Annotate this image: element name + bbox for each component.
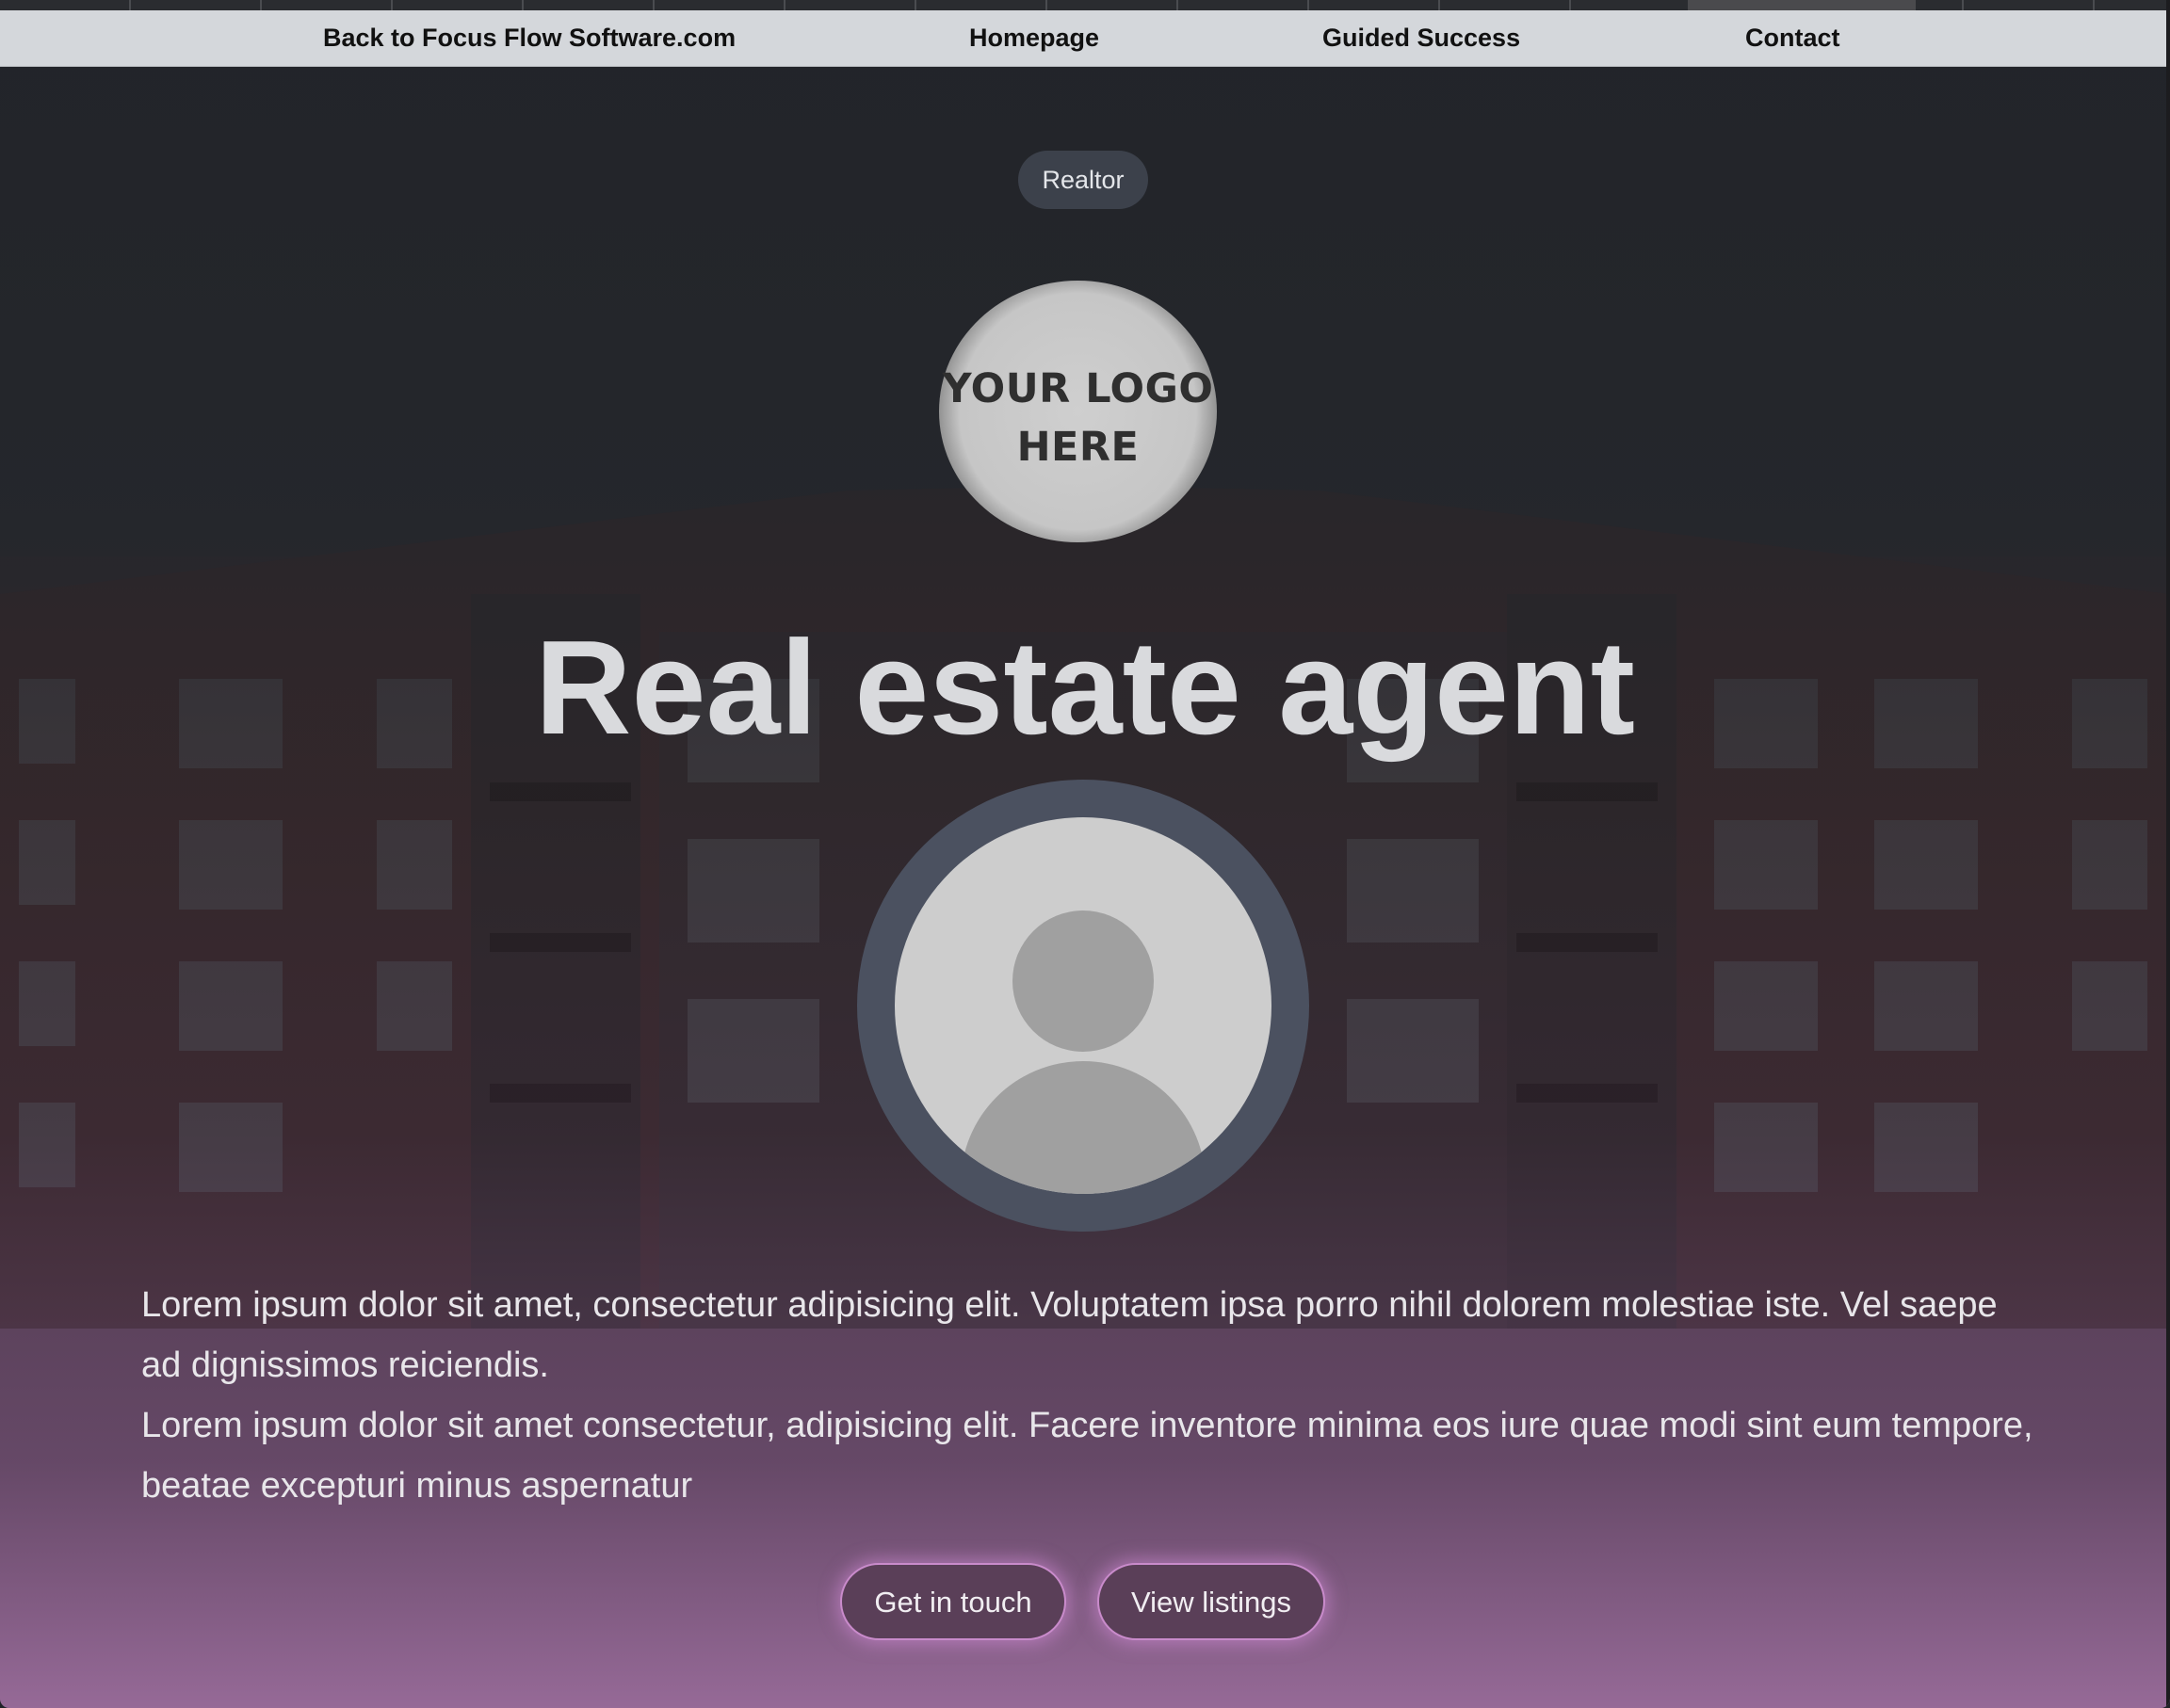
role-badge: Realtor (1018, 151, 1148, 209)
intro-paragraph-1: Lorem ipsum dolor sit amet, consectetur … (141, 1285, 1998, 1385)
intro-paragraph-2: Lorem ipsum dolor sit amet consectetur, … (141, 1406, 2033, 1506)
page: Back to Focus Flow Software.com Homepage… (0, 0, 2170, 1708)
active-tab-indicator (1688, 0, 1916, 10)
nav-link-homepage[interactable]: Homepage (969, 10, 1099, 66)
nav-link-back-to-site[interactable]: Back to Focus Flow Software.com (323, 10, 736, 66)
browser-tab-strip (0, 0, 2170, 10)
window-edge (2166, 0, 2170, 1708)
view-listings-button[interactable]: View listings (1097, 1563, 1325, 1640)
logo-line-1: YOUR LOGO (942, 365, 1214, 412)
intro-text: Lorem ipsum dolor sit amet, consectetur … (141, 1275, 2034, 1516)
logo-text: YOUR LOGO HERE (939, 360, 1217, 476)
logo-line-2: HERE (1016, 424, 1140, 471)
get-in-touch-button[interactable]: Get in touch (840, 1563, 1066, 1640)
hero-section: Realtor YOUR LOGO HERE Real estate agent… (0, 67, 2170, 1708)
page-title: Real estate agent (534, 613, 1636, 763)
person-placeholder-icon (857, 780, 1309, 1232)
nav-link-guided-success[interactable]: Guided Success (1322, 10, 1520, 66)
nav-link-contact[interactable]: Contact (1745, 10, 1840, 66)
top-navigation: Back to Focus Flow Software.com Homepage… (0, 10, 2170, 67)
avatar-head (1012, 910, 1154, 1052)
avatar-body (961, 1061, 1206, 1194)
logo-placeholder: YOUR LOGO HERE (939, 281, 1217, 542)
avatar-inner (895, 817, 1271, 1194)
